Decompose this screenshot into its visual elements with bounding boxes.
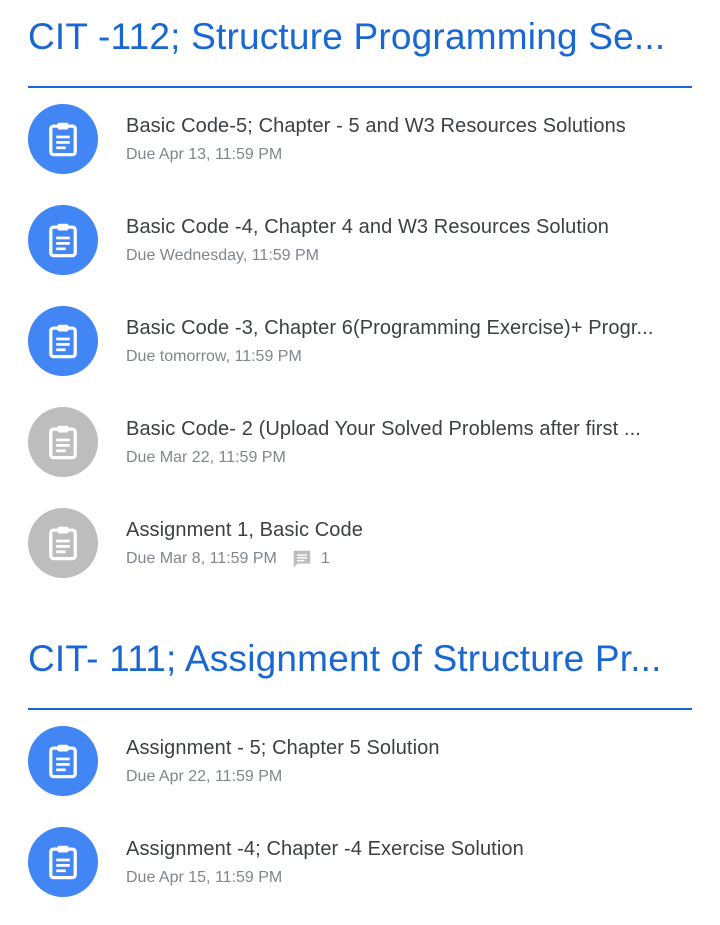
classwork-page: CIT -112; Structure Programming Se... Ba…: [0, 0, 720, 925]
assignment-due-date: Due tomorrow, 11:59 PM: [126, 348, 302, 365]
comment-icon: [293, 550, 311, 568]
assignment-title: Basic Code-5; Chapter - 5 and W3 Resourc…: [126, 115, 626, 137]
assignment-item[interactable]: Basic Code -4, Chapter 4 and W3 Resource…: [0, 200, 720, 280]
assignment-item[interactable]: Assignment 1, Basic Code Due Mar 8, 11:5…: [0, 503, 720, 583]
assignment-due-date: Due Apr 22, 11:59 PM: [126, 768, 283, 785]
assignment-icon: [28, 104, 98, 174]
assignment-due-date: Due Apr 15, 11:59 PM: [126, 869, 283, 886]
topic-title[interactable]: CIT -112; Structure Programming Se...: [28, 16, 692, 58]
assignment-due-date: Due Wednesday, 11:59 PM: [126, 247, 319, 264]
assignment-item[interactable]: Basic Code- 2 (Upload Your Solved Proble…: [0, 402, 720, 482]
assignment-due-date: Due Apr 13, 11:59 PM: [126, 146, 283, 163]
assignment-item[interactable]: Basic Code -3, Chapter 6(Programming Exe…: [0, 301, 720, 381]
topic-title[interactable]: CIT- 111; Assignment of Structure Pr...: [28, 638, 692, 680]
assignment-icon: [28, 407, 98, 477]
assignment-icon: [28, 827, 98, 897]
assignment-item[interactable]: Assignment -4; Chapter -4 Exercise Solut…: [0, 822, 720, 902]
assignment-title: Assignment -4; Chapter -4 Exercise Solut…: [126, 838, 524, 860]
assignment-title: Assignment 1, Basic Code: [126, 519, 363, 541]
comment-count: 1: [320, 550, 330, 567]
assignment-icon: [28, 726, 98, 796]
assignment-due-date: Due Mar 8, 11:59 PM: [126, 550, 277, 567]
assignment-title: Basic Code- 2 (Upload Your Solved Proble…: [126, 418, 641, 440]
topic-divider: [28, 708, 692, 710]
assignment-title: Basic Code -4, Chapter 4 and W3 Resource…: [126, 216, 610, 238]
topic-divider: [28, 86, 692, 88]
assignment-item[interactable]: Basic Code-5; Chapter - 5 and W3 Resourc…: [0, 99, 720, 179]
assignment-title: Assignment - 5; Chapter 5 Solution: [126, 737, 440, 759]
assignment-icon: [28, 306, 98, 376]
assignment-due-date: Due Mar 22, 11:59 PM: [126, 449, 286, 466]
assignment-title: Basic Code -3, Chapter 6(Programming Exe…: [126, 317, 654, 339]
assignment-icon: [28, 205, 98, 275]
comment-indicator[interactable]: 1: [291, 548, 330, 570]
assignment-item[interactable]: Assignment - 5; Chapter 5 Solution Due A…: [0, 721, 720, 801]
assignment-icon: [28, 508, 98, 578]
